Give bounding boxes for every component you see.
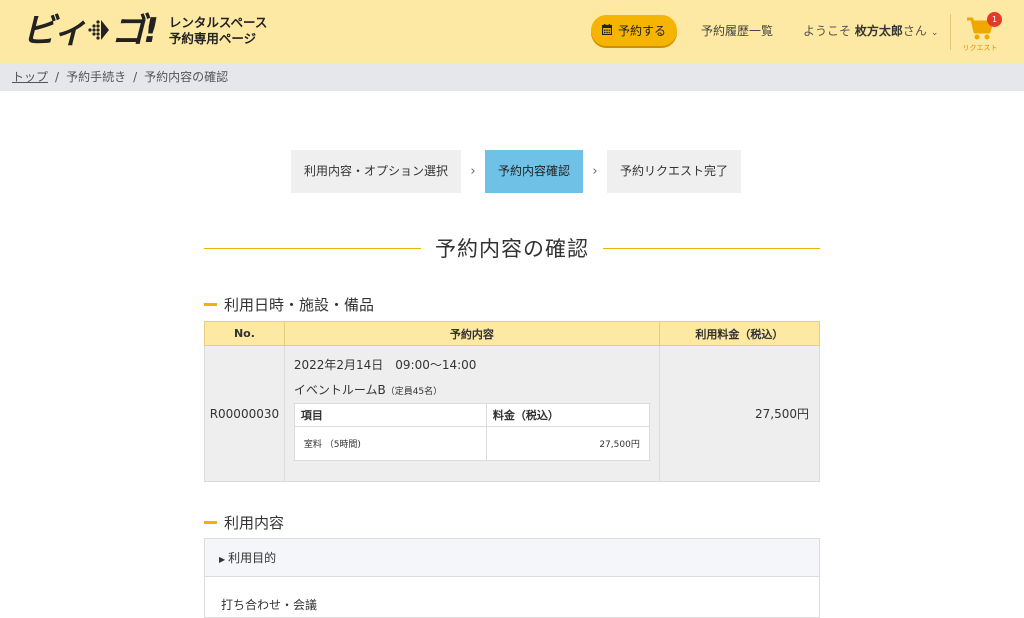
header: ビィ ゴ! レンタルスペース 予約専用ページ 予約する 予約履歴一覧 ようこそ … <box>0 0 1024 63</box>
history-link[interactable]: 予約履歴一覧 <box>701 22 773 39</box>
progress-steps: 利用内容・オプション選択 › 予約内容確認 › 予約リクエスト完了 <box>291 150 742 193</box>
section-heading-datetime: 利用日時・施設・備品 <box>204 294 374 315</box>
page-title: 予約内容の確認 <box>435 237 589 261</box>
welcome-prefix: ようこそ <box>803 24 855 38</box>
breakdown-header-row: 項目 料金（税込） <box>293 403 650 427</box>
logo-mark-left: ビィ <box>22 11 87 51</box>
purpose-label: 利用目的 <box>228 551 277 565</box>
room-capacity: （定員45名） <box>385 387 443 397</box>
breadcrumb-current: 予約内容の確認 <box>144 70 229 84</box>
page-title-row: 予約内容の確認 <box>204 233 820 263</box>
section-title: 利用内容 <box>224 514 285 532</box>
step-complete: 予約リクエスト完了 <box>607 150 742 193</box>
chevron-right-icon: › <box>470 164 476 179</box>
logo-mark-right: ゴ! <box>111 11 158 51</box>
section-title: 利用日時・施設・備品 <box>224 296 375 314</box>
chevron-down-icon: ⌄ <box>930 28 939 38</box>
purpose-value: 打ち合わせ・会議 <box>221 598 318 612</box>
breadcrumb-top[interactable]: トップ <box>12 70 48 84</box>
step-option-select: 利用内容・オプション選択 <box>291 150 462 193</box>
arrow-icon <box>87 17 110 46</box>
purpose-panel: ▶ 利用目的 打ち合わせ・会議 <box>204 538 820 618</box>
calendar-icon <box>601 23 613 38</box>
table-header-row: No. 予約内容 利用料金（税込） <box>204 321 821 346</box>
room-name: イベントルームB <box>293 383 386 397</box>
reserve-button-label: 予約する <box>617 24 666 38</box>
fee-breakdown-table: 項目 料金（税込） 室料 （5時間) 27,500円 <box>293 403 650 461</box>
title-divider-left <box>204 247 421 249</box>
reservation-number: R00000030 <box>204 345 285 482</box>
reservation-table: No. 予約内容 利用料金（税込） R00000030 2022年2月14日 0… <box>204 321 821 482</box>
breakdown-header-item: 項目 <box>293 403 487 427</box>
header-divider <box>950 14 951 50</box>
heading-bar <box>204 303 217 306</box>
welcome-suffix: さん <box>902 24 927 38</box>
heading-bar <box>204 521 217 524</box>
title-divider-right <box>603 247 820 249</box>
total-fee: 27,500円 <box>658 345 821 482</box>
breakdown-row: 室料 （5時間) 27,500円 <box>293 426 650 461</box>
reservation-datetime: 2022年2月14日 09:00〜14:00 <box>293 358 477 372</box>
breakdown-item: 室料 （5時間) <box>293 426 487 461</box>
room-name-line: イベントルームB（定員45名） <box>294 381 650 398</box>
purpose-toggle[interactable]: ▶ 利用目的 <box>205 539 819 577</box>
user-menu[interactable]: ようこそ 枚方太郎さん ⌄ <box>803 22 938 39</box>
breakdown-header-fee: 料金（税込） <box>485 403 650 427</box>
table-row: R00000030 2022年2月14日 09:00〜14:00 イベントルーム… <box>204 345 821 482</box>
column-header-content: 予約内容 <box>283 321 660 346</box>
chevron-right-icon: › <box>592 164 598 179</box>
logo[interactable]: ビィ ゴ! レンタルスペース 予約専用ページ <box>22 9 267 53</box>
reservation-content: 2022年2月14日 09:00〜14:00 イベントルームB（定員45名） 項… <box>283 345 660 482</box>
breadcrumb-separator: / <box>55 70 60 84</box>
column-header-no: No. <box>204 321 285 346</box>
cart-button[interactable]: リクエスト 1 <box>960 12 1002 56</box>
logo-line-1: レンタルスペース <box>168 15 268 30</box>
cart-label: リクエスト <box>962 44 998 52</box>
user-name: 枚方太郎 <box>854 24 903 38</box>
caret-right-icon: ▶ <box>219 555 226 564</box>
breadcrumb-procedure: 予約手続き <box>66 70 127 84</box>
column-header-fee: 利用料金（税込） <box>658 321 821 346</box>
section-heading-usage: 利用内容 <box>204 512 284 533</box>
breadcrumb: トップ / 予約手続き / 予約内容の確認 <box>0 63 1024 91</box>
logo-line-2: 予約専用ページ <box>168 31 257 46</box>
cart-count-badge: 1 <box>987 12 1002 27</box>
step-confirm: 予約内容確認 <box>485 150 584 193</box>
reserve-button[interactable]: 予約する <box>591 15 677 46</box>
breakdown-fee: 27,500円 <box>485 426 650 461</box>
breadcrumb-separator: / <box>133 70 138 84</box>
logo-text: レンタルスペース 予約専用ページ <box>169 15 268 47</box>
